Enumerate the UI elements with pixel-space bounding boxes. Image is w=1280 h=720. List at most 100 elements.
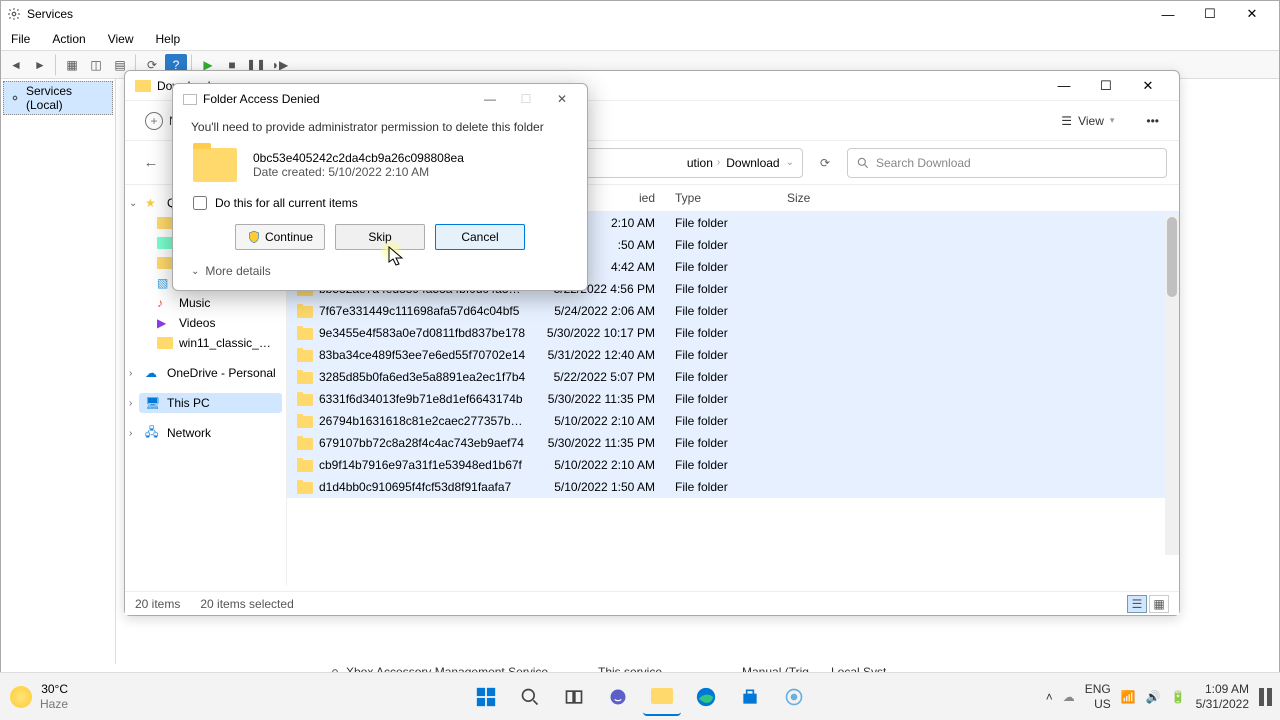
breadcrumb-segment[interactable]: ution›: [687, 156, 720, 170]
folder-access-denied-dialog: Folder Access Denied — ☐ ✕ You'll need t…: [172, 83, 588, 291]
tree-network[interactable]: ›🖧Network: [139, 423, 282, 443]
pause-overlay-icon: [1259, 688, 1272, 706]
language-indicator[interactable]: ENG US: [1085, 682, 1111, 711]
maximize-button[interactable]: ☐: [1189, 1, 1231, 27]
table-row[interactable]: 7f67e331449c111698afa57d64c04bf55/24/202…: [287, 300, 1179, 322]
dialog-close-button[interactable]: ✕: [547, 87, 577, 111]
table-row[interactable]: 83ba34ce489f53ee7e6ed55f70702e145/31/202…: [287, 344, 1179, 366]
table-row[interactable]: cb9f14b7916e97a31f1e53948ed1b67f5/10/202…: [287, 454, 1179, 476]
menu-file[interactable]: File: [7, 30, 34, 48]
dialog-minimize-button[interactable]: —: [475, 87, 505, 111]
folder-icon: [297, 482, 313, 494]
table-row[interactable]: 26794b1631618c81e2caec277357b3705/10/202…: [287, 410, 1179, 432]
pc-icon: 🖥: [145, 396, 161, 410]
tree-videos[interactable]: ▶Videos: [151, 313, 282, 333]
wifi-icon[interactable]: 📶: [1121, 690, 1136, 704]
back-button[interactable]: ←: [137, 149, 165, 177]
more-details-toggle[interactable]: ⌄ More details: [173, 256, 587, 290]
icons-view-button[interactable]: ▦: [1149, 595, 1169, 613]
task-view-button[interactable]: [555, 678, 593, 716]
table-row[interactable]: 9e3455e4f583a0e7d0811fbd837be1785/30/202…: [287, 322, 1179, 344]
explorer-close-button[interactable]: ✕: [1127, 73, 1169, 99]
chevron-down-icon[interactable]: ⌄: [786, 157, 794, 168]
tree-music[interactable]: ♪Music: [151, 293, 282, 313]
menu-help[interactable]: Help: [152, 30, 185, 48]
item-count: 20 items: [135, 597, 180, 611]
search-button[interactable]: [511, 678, 549, 716]
start-button[interactable]: [467, 678, 505, 716]
taskbar: 30°C Haze ˄ ☁ ENG US 📶 🔊 🔋 1:09 AM 5/31/…: [0, 672, 1280, 720]
table-row[interactable]: 3285d85b0fa6ed3e5a8891ea2ec1f7b45/22/202…: [287, 366, 1179, 388]
tree-onedrive[interactable]: ›☁OneDrive - Personal: [139, 363, 282, 383]
close-button[interactable]: ✕: [1231, 1, 1273, 27]
shield-icon: [247, 230, 261, 244]
weather-widget[interactable]: 30°C Haze: [10, 682, 68, 711]
checkbox-label: Do this for all current items: [215, 196, 358, 210]
folder-icon: [183, 94, 197, 105]
do-all-checkbox[interactable]: [193, 196, 207, 210]
continue-button[interactable]: Continue: [235, 224, 325, 250]
explorer-button[interactable]: [643, 678, 681, 716]
scrollbar[interactable]: [1165, 215, 1179, 555]
explorer-status-bar: 20 items 20 items selected ☰ ▦: [125, 591, 1179, 615]
onedrive-tray-icon[interactable]: ☁: [1063, 690, 1075, 704]
cancel-button[interactable]: Cancel: [435, 224, 525, 250]
menu-view[interactable]: View: [104, 30, 138, 48]
tray-chevron-icon[interactable]: ˄: [1046, 690, 1053, 704]
folder-icon: [297, 372, 313, 384]
tree-win11[interactable]: win11_classic_cont: [151, 333, 282, 353]
selected-count: 20 items selected: [200, 597, 293, 611]
minimize-button[interactable]: —: [1147, 1, 1189, 27]
menu-bar: File Action View Help: [1, 27, 1279, 51]
details-view-button[interactable]: ☰: [1127, 595, 1147, 613]
taskbar-center: [467, 678, 813, 716]
table-row[interactable]: 6331f6d34013fe9b71e8d1ef6643174b5/30/202…: [287, 388, 1179, 410]
cloud-icon: ☁: [145, 366, 161, 380]
table-row[interactable]: 679107bb72c8a28f4c4ac743eb9aef745/30/202…: [287, 432, 1179, 454]
folder-name: 0bc53e405242c2da4cb9a26c098808ea: [253, 151, 464, 165]
tree-this-pc[interactable]: ›🖥This PC: [139, 393, 282, 413]
list-icon: ☰: [1061, 114, 1072, 128]
col-size[interactable]: Size: [787, 191, 867, 205]
network-icon: 🖧: [145, 426, 161, 440]
more-button[interactable]: •••: [1140, 110, 1165, 132]
tree-services-local[interactable]: Services (Local): [3, 81, 113, 115]
show-hide-icon[interactable]: ▦: [61, 54, 83, 76]
skip-button[interactable]: Skip: [335, 224, 425, 250]
view-button[interactable]: ☰ View ▾: [1055, 110, 1120, 132]
explorer-maximize-button[interactable]: ☐: [1085, 73, 1127, 99]
clock[interactable]: 1:09 AM 5/31/2022: [1196, 682, 1249, 711]
forward-icon[interactable]: ►: [29, 54, 51, 76]
volume-icon[interactable]: 🔊: [1146, 690, 1161, 704]
weather-temp: 30°C: [41, 682, 68, 696]
separator: [55, 54, 57, 76]
app-button[interactable]: [775, 678, 813, 716]
folder-icon: [135, 80, 151, 92]
back-icon[interactable]: ◄: [5, 54, 27, 76]
col-type[interactable]: Type: [675, 191, 787, 205]
system-tray: ˄ ☁ ENG US 📶 🔊 🔋 1:09 AM 5/31/2022: [1046, 682, 1272, 711]
scroll-thumb[interactable]: [1167, 217, 1177, 297]
folder-icon: [297, 460, 313, 472]
chat-button[interactable]: [599, 678, 637, 716]
dialog-maximize-button[interactable]: ☐: [511, 87, 541, 111]
breadcrumb-segment[interactable]: Download: [726, 156, 779, 170]
folder-icon: [157, 256, 173, 270]
gear-icon: [8, 91, 22, 105]
folder-icon: [157, 216, 173, 230]
edge-button[interactable]: [687, 678, 725, 716]
dialog-message: You'll need to provide administrator per…: [173, 114, 587, 140]
sun-icon: [10, 686, 32, 708]
tree-root-label: Services (Local): [26, 84, 108, 112]
explorer-minimize-button[interactable]: —: [1043, 73, 1085, 99]
export-icon[interactable]: ◫: [85, 54, 107, 76]
refresh-button[interactable]: ⟳: [813, 151, 837, 175]
videos-icon: ▶: [157, 316, 173, 330]
battery-icon[interactable]: 🔋: [1171, 690, 1186, 704]
store-button[interactable]: [731, 678, 769, 716]
gear-icon: [7, 7, 21, 21]
menu-action[interactable]: Action: [48, 30, 89, 48]
search-input[interactable]: Search Download: [847, 148, 1167, 178]
table-row[interactable]: d1d4bb0c910695f4fcf53d8f91faafa75/10/202…: [287, 476, 1179, 498]
folder-icon: [297, 306, 313, 318]
